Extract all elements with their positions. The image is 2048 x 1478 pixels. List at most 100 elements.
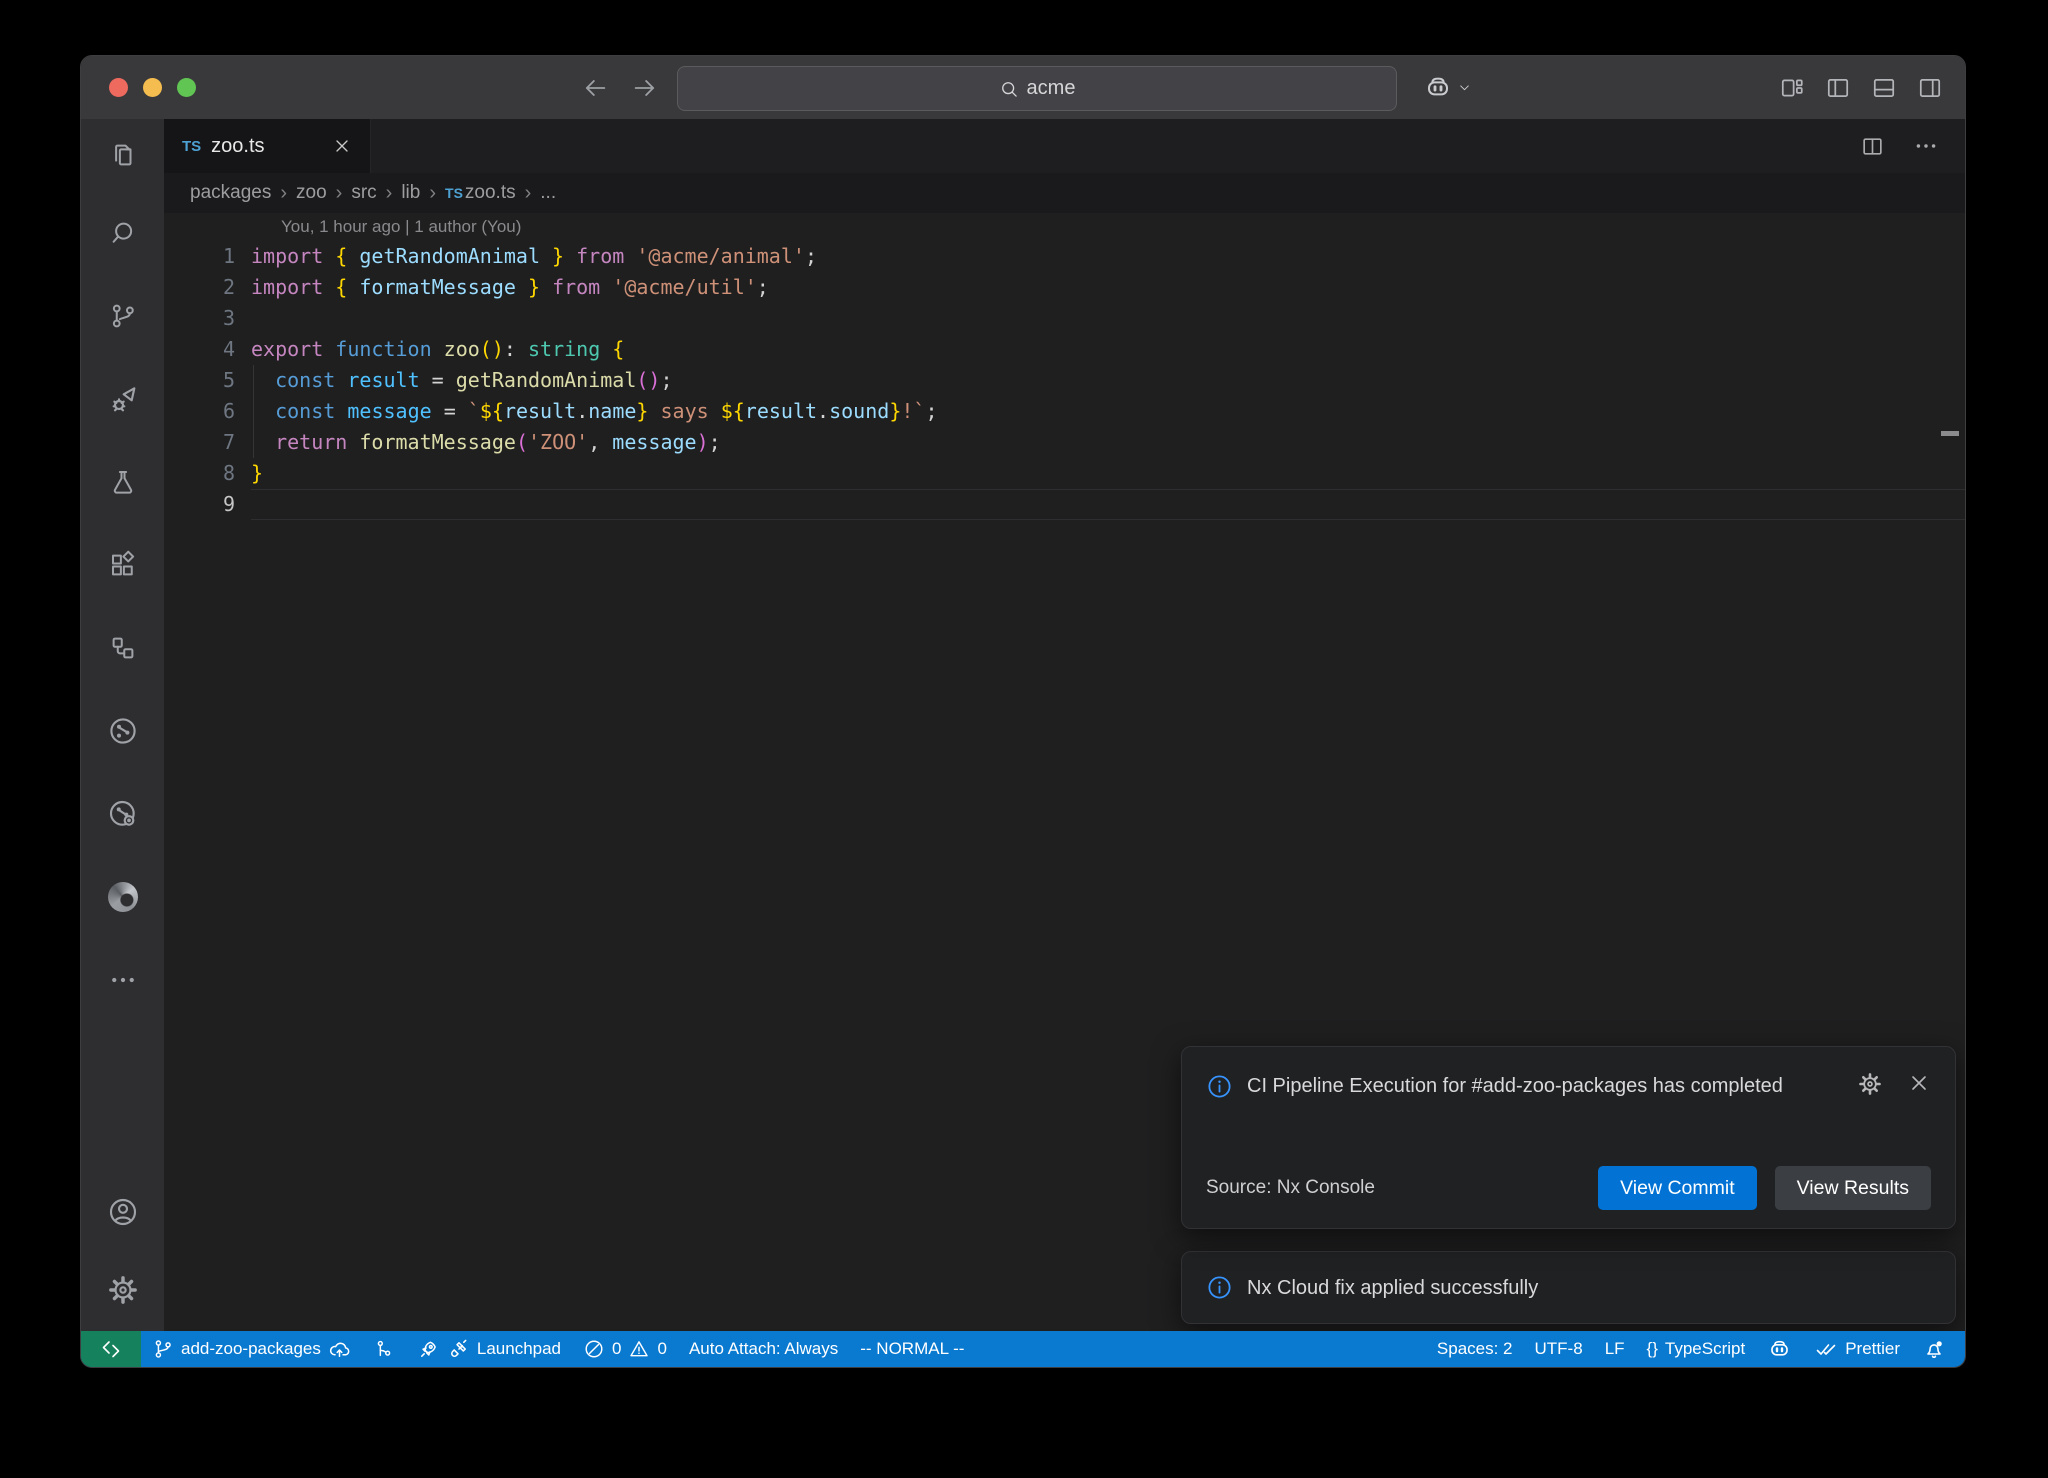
testing-icon xyxy=(108,467,138,497)
breadcrumb-label: zoo xyxy=(296,182,327,203)
breadcrumb-label: zoo.ts xyxy=(465,182,516,203)
search-icon xyxy=(108,218,138,248)
customize-layout-icon[interactable] xyxy=(1779,75,1805,101)
indentation-item[interactable]: Spaces: 2 xyxy=(1426,1331,1524,1367)
split-editor-icon[interactable] xyxy=(1860,134,1885,159)
sidebar-item-explorer[interactable] xyxy=(81,119,164,191)
launchpad-item[interactable]: Launchpad xyxy=(406,1331,572,1367)
sidebar-item-testing[interactable] xyxy=(81,440,164,523)
account-button[interactable] xyxy=(81,1176,164,1248)
breadcrumb-label: packages xyxy=(190,182,271,203)
sidebar-item-extensions[interactable] xyxy=(81,523,164,606)
code-line[interactable] xyxy=(251,303,1965,334)
line-number: 3 xyxy=(164,303,251,334)
settings-button[interactable] xyxy=(81,1248,164,1331)
zoom-window-button[interactable] xyxy=(177,78,196,97)
code-line[interactable]: return formatMessage('ZOO', message); xyxy=(251,427,1965,458)
notification-source: Source: Nx Console xyxy=(1206,1177,1375,1199)
typescript-file-icon: TS xyxy=(445,185,463,201)
gutter: 123456789 xyxy=(164,213,251,1331)
git-blame-annotation: You, 1 hour ago | 1 author (You) xyxy=(251,213,1965,241)
sidebar-item-search[interactable] xyxy=(81,191,164,274)
git-branch-item[interactable]: add-zoo-packages xyxy=(141,1331,362,1367)
code-line[interactable]: import { getRandomAnimal } from '@acme/a… xyxy=(251,241,1965,272)
language-item[interactable]: {} TypeScript xyxy=(1636,1331,1757,1367)
command-center-search[interactable]: acme xyxy=(677,66,1397,111)
code-line[interactable]: } xyxy=(251,458,1965,489)
sidebar-item-source-control[interactable] xyxy=(81,274,164,357)
copilot-status-item[interactable] xyxy=(1756,1331,1803,1367)
notification-nx-cloud-fix[interactable]: Nx Cloud fix applied successfully xyxy=(1181,1251,1956,1324)
remote-indicator[interactable] xyxy=(81,1331,141,1367)
eol-item[interactable]: LF xyxy=(1594,1331,1636,1367)
tab-zoo-ts[interactable]: TS zoo.ts xyxy=(164,119,371,173)
git-branch-icon xyxy=(152,1338,174,1360)
auto-attach-item[interactable]: Auto Attach: Always xyxy=(678,1331,849,1367)
code-line[interactable] xyxy=(251,489,1965,520)
code-line[interactable]: const result = getRandomAnimal(); xyxy=(251,365,1965,396)
toggle-sidebar-right-icon[interactable] xyxy=(1917,75,1943,101)
encoding-item[interactable]: UTF-8 xyxy=(1524,1331,1594,1367)
breadcrumb-separator-icon: › xyxy=(386,182,393,205)
code-line[interactable]: import { formatMessage } from '@acme/uti… xyxy=(251,272,1965,303)
notification-ci-pipeline[interactable]: CI Pipeline Execution for #add-zoo-packa… xyxy=(1181,1046,1956,1229)
nx-console-icon xyxy=(107,715,139,747)
extensions-icon xyxy=(108,550,138,580)
toggle-sidebar-left-icon[interactable] xyxy=(1825,75,1851,101)
back-arrow-icon[interactable] xyxy=(581,74,609,102)
more-actions-icon[interactable] xyxy=(1913,133,1939,159)
git-graph-item[interactable] xyxy=(362,1331,406,1367)
plug-icon xyxy=(447,1338,470,1361)
code-line[interactable]: const message = `${result.name} says ${r… xyxy=(251,396,1965,427)
more-icon xyxy=(108,965,138,995)
breadcrumb-item[interactable]: lib xyxy=(401,182,420,204)
edge-browser-icon xyxy=(108,882,138,912)
double-check-icon xyxy=(1814,1337,1838,1361)
breadcrumb-item[interactable]: packages xyxy=(190,182,271,204)
typescript-file-icon: TS xyxy=(182,138,201,155)
breadcrumb-label: src xyxy=(351,182,376,203)
branch-name: add-zoo-packages xyxy=(181,1339,321,1359)
indent-guide xyxy=(253,365,254,458)
info-icon xyxy=(1206,1073,1233,1100)
close-tab-icon[interactable] xyxy=(332,136,352,156)
sidebar-item-nx-cloud[interactable] xyxy=(81,772,164,855)
problems-item[interactable]: 0 0 xyxy=(572,1331,678,1367)
toggle-panel-icon[interactable] xyxy=(1871,75,1897,101)
minimize-window-button[interactable] xyxy=(143,78,162,97)
tab-bar: TS zoo.ts xyxy=(164,119,1965,173)
sidebar-item-references[interactable] xyxy=(81,606,164,689)
breadcrumb-item[interactable]: TSzoo.ts xyxy=(445,182,516,204)
braces-icon: {} xyxy=(1647,1339,1658,1359)
sidebar-item-edge[interactable] xyxy=(81,855,164,938)
close-window-button[interactable] xyxy=(109,78,128,97)
close-icon[interactable] xyxy=(1907,1071,1931,1095)
bell-icon xyxy=(1922,1337,1946,1361)
view-commit-button[interactable]: View Commit xyxy=(1598,1166,1757,1210)
nx-cloud-icon xyxy=(107,798,139,830)
title-bar: acme xyxy=(81,56,1965,120)
forward-arrow-icon[interactable] xyxy=(631,74,659,102)
warning-count: 0 xyxy=(657,1339,666,1359)
breadcrumb-item[interactable]: ... xyxy=(540,182,556,204)
activity-bar xyxy=(81,119,164,1331)
source-control-icon xyxy=(108,301,138,331)
breadcrumb-item[interactable]: zoo xyxy=(296,182,327,204)
gear-icon[interactable] xyxy=(1857,1071,1883,1097)
sidebar-item-nx-console[interactable] xyxy=(81,689,164,772)
view-results-button[interactable]: View Results xyxy=(1775,1166,1931,1210)
rocket-icon xyxy=(417,1338,440,1361)
sidebar-item-more[interactable] xyxy=(81,938,164,1021)
copilot-icon xyxy=(1767,1337,1792,1362)
breadcrumb-item[interactable]: src xyxy=(351,182,376,204)
code-line[interactable]: export function zoo(): string { xyxy=(251,334,1965,365)
line-number: 8 xyxy=(164,458,251,489)
prettier-item[interactable]: Prettier xyxy=(1803,1331,1911,1367)
sidebar-item-run-debug[interactable] xyxy=(81,357,164,440)
breadcrumb-separator-icon: › xyxy=(280,182,287,205)
vim-mode-item[interactable]: -- NORMAL -- xyxy=(849,1331,975,1367)
copilot-menu[interactable] xyxy=(1423,56,1472,119)
notification-message: Nx Cloud fix applied successfully xyxy=(1247,1269,1538,1307)
notification-message: CI Pipeline Execution for #add-zoo-packa… xyxy=(1247,1067,1783,1105)
notifications-bell[interactable] xyxy=(1911,1331,1957,1367)
